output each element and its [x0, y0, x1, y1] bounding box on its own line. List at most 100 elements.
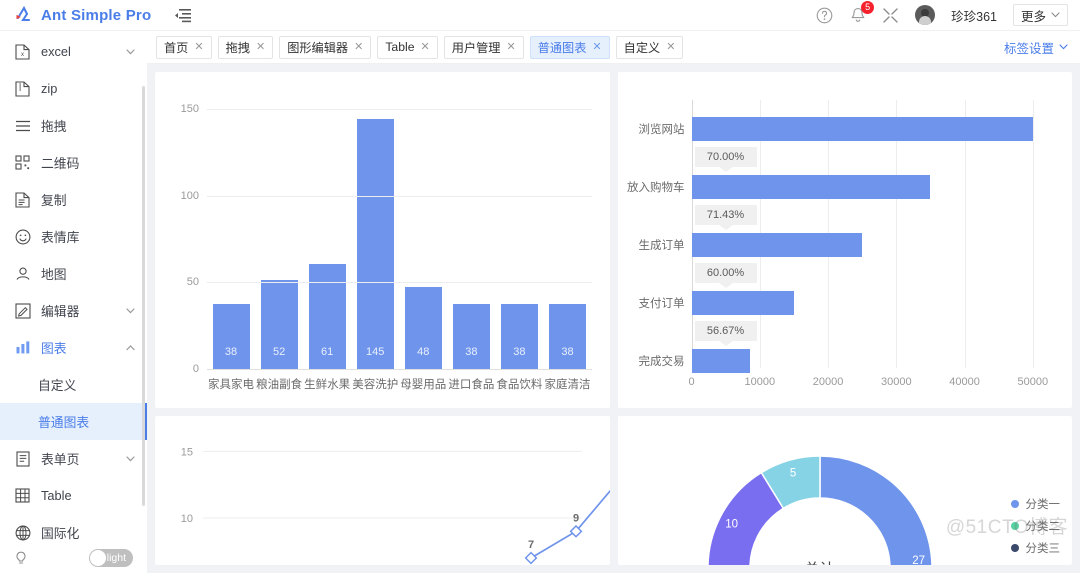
- line-chart-card: 10157913: [155, 416, 610, 565]
- column-bar-cell[interactable]: 145: [351, 96, 399, 370]
- sidebar-subitem-custom[interactable]: 自定义: [0, 366, 147, 403]
- avatar[interactable]: [915, 5, 935, 25]
- donut-segment-value: 5: [789, 468, 795, 480]
- close-icon[interactable]: ✕: [194, 42, 203, 53]
- bulb-icon[interactable]: [14, 551, 28, 565]
- conversion-rate-label: 56.67%: [695, 321, 757, 341]
- column-bar[interactable]: 145: [357, 119, 394, 370]
- donut-segment-value: 10: [725, 518, 738, 530]
- brand-title: Ant Simple Pro: [41, 7, 151, 24]
- column-bar[interactable]: 38: [453, 304, 490, 370]
- donut-chart-card: 2715105 总计 分类一分类二分类三 @51CTO博客: [618, 416, 1073, 565]
- funnel-bar-row[interactable]: 完成交易: [692, 349, 1055, 373]
- close-icon[interactable]: ✕: [666, 42, 675, 53]
- column-bar[interactable]: 61: [309, 264, 346, 370]
- tab-home[interactable]: 首页 ✕: [156, 36, 212, 59]
- column-bar[interactable]: 38: [213, 304, 250, 370]
- menu-fold-icon[interactable]: [173, 5, 193, 25]
- x-axis-tick: 40000: [949, 376, 980, 388]
- sidebar-item-charts[interactable]: 图表: [0, 329, 147, 366]
- drag-icon: [14, 117, 31, 134]
- close-icon[interactable]: ✕: [354, 42, 363, 53]
- legend-color-dot: [1011, 522, 1019, 530]
- sidebar-item-excel[interactable]: x excel: [0, 33, 147, 70]
- column-chart-plot: 38526114548383838 150100500: [207, 96, 592, 370]
- line-point-value: 9: [573, 512, 579, 524]
- bar-value-label: 52: [261, 346, 298, 358]
- y-axis-tick: 15: [181, 446, 193, 458]
- tab-normal-chart[interactable]: 普通图表 ✕: [530, 36, 610, 59]
- legend-item[interactable]: 分类三: [1011, 537, 1061, 559]
- column-bar-cell[interactable]: 48: [399, 96, 447, 370]
- tab-user-management[interactable]: 用户管理 ✕: [444, 36, 524, 59]
- funnel-bar[interactable]: [692, 233, 863, 257]
- close-icon[interactable]: ✕: [506, 42, 515, 53]
- sidebar-subitem-normal-chart[interactable]: 普通图表: [0, 403, 147, 440]
- legend-item[interactable]: 分类二: [1011, 515, 1061, 537]
- tab-label: 自定义: [624, 38, 661, 56]
- funnel-bar[interactable]: [692, 175, 931, 199]
- toggle-knob: [90, 550, 106, 566]
- tag-setting-label: 标签设置: [1004, 38, 1054, 57]
- notification-badge: 5: [861, 1, 874, 14]
- column-bar-cell[interactable]: 61: [303, 96, 351, 370]
- sidebar-footer: light: [0, 543, 147, 573]
- grid-line: 100: [207, 196, 592, 197]
- theme-toggle[interactable]: light: [89, 549, 133, 567]
- sidebar-item-map[interactable]: 地图: [0, 255, 147, 292]
- sidebar-item-copy[interactable]: 复制: [0, 181, 147, 218]
- x-axis-tick: 0: [688, 376, 694, 388]
- sidebar-item-zip[interactable]: zip: [0, 70, 147, 107]
- line-point-marker[interactable]: [526, 553, 537, 564]
- tab-graphic-editor[interactable]: 图形编辑器 ✕: [279, 36, 371, 59]
- funnel-bar-row[interactable]: 生成订单: [692, 233, 1055, 257]
- tab-custom[interactable]: 自定义 ✕: [616, 36, 684, 59]
- column-bar[interactable]: 48: [405, 287, 442, 370]
- tab-table[interactable]: Table ✕: [377, 36, 437, 59]
- column-bar-cell[interactable]: 38: [495, 96, 543, 370]
- funnel-bar[interactable]: [692, 117, 1033, 141]
- column-bar[interactable]: 52: [261, 280, 298, 370]
- sidebar-item-drag[interactable]: 拖拽: [0, 107, 147, 144]
- sidebar-label: 复制: [41, 190, 135, 209]
- fullscreen-icon[interactable]: [882, 7, 899, 24]
- column-bar-cell[interactable]: 52: [255, 96, 303, 370]
- tab-label: 图形编辑器: [287, 38, 348, 56]
- column-bar-cell[interactable]: 38: [447, 96, 495, 370]
- tab-drag[interactable]: 拖拽 ✕: [218, 36, 274, 59]
- funnel-bar-row[interactable]: 支付订单: [692, 291, 1055, 315]
- sidebar-item-editor[interactable]: 编辑器: [0, 292, 147, 329]
- sidebar-item-qrcode[interactable]: 二维码: [0, 144, 147, 181]
- bell-icon[interactable]: 5: [849, 7, 866, 24]
- funnel-bar-row[interactable]: 浏览网站: [692, 117, 1055, 141]
- funnel-category-label: 完成交易: [639, 353, 685, 369]
- tag-setting-dropdown[interactable]: 标签设置: [1004, 38, 1072, 57]
- sidebar-scrollbar[interactable]: [142, 86, 145, 506]
- donut-segment[interactable]: [820, 456, 932, 565]
- column-bar-cell[interactable]: 38: [207, 96, 255, 370]
- sidebar-item-form-page[interactable]: 表单页: [0, 440, 147, 477]
- brand-logo[interactable]: Ant Simple Pro: [0, 5, 151, 25]
- theme-toggle-label: light: [107, 552, 126, 564]
- sidebar-label: 二维码: [41, 153, 135, 172]
- funnel-bar-row[interactable]: 放入购物车: [692, 175, 1055, 199]
- question-circle-icon[interactable]: [816, 7, 833, 24]
- sidebar-item-table[interactable]: Table: [0, 477, 147, 514]
- close-icon[interactable]: ✕: [256, 42, 265, 53]
- funnel-bar[interactable]: [692, 349, 750, 373]
- close-icon[interactable]: ✕: [420, 42, 429, 53]
- y-axis-tick: 150: [181, 103, 199, 115]
- y-axis-tick: 0: [193, 363, 199, 375]
- more-dropdown[interactable]: 更多: [1013, 4, 1068, 26]
- column-bar[interactable]: 38: [549, 304, 586, 370]
- funnel-bar[interactable]: [692, 291, 794, 315]
- sidebar-item-emoji[interactable]: 表情库: [0, 218, 147, 255]
- close-icon[interactable]: ✕: [592, 42, 601, 53]
- column-bar[interactable]: 38: [501, 304, 538, 370]
- app-header: Ant Simple Pro: [0, 0, 1080, 31]
- legend-item[interactable]: 分类一: [1011, 493, 1061, 515]
- legend-label: 分类二: [1026, 518, 1061, 534]
- funnel-chart-card: 浏览网站放入购物车生成订单支付订单完成交易70.00%71.43%60.00%5…: [618, 72, 1073, 408]
- chevron-down-icon: [125, 454, 135, 464]
- column-bar-cell[interactable]: 38: [543, 96, 591, 370]
